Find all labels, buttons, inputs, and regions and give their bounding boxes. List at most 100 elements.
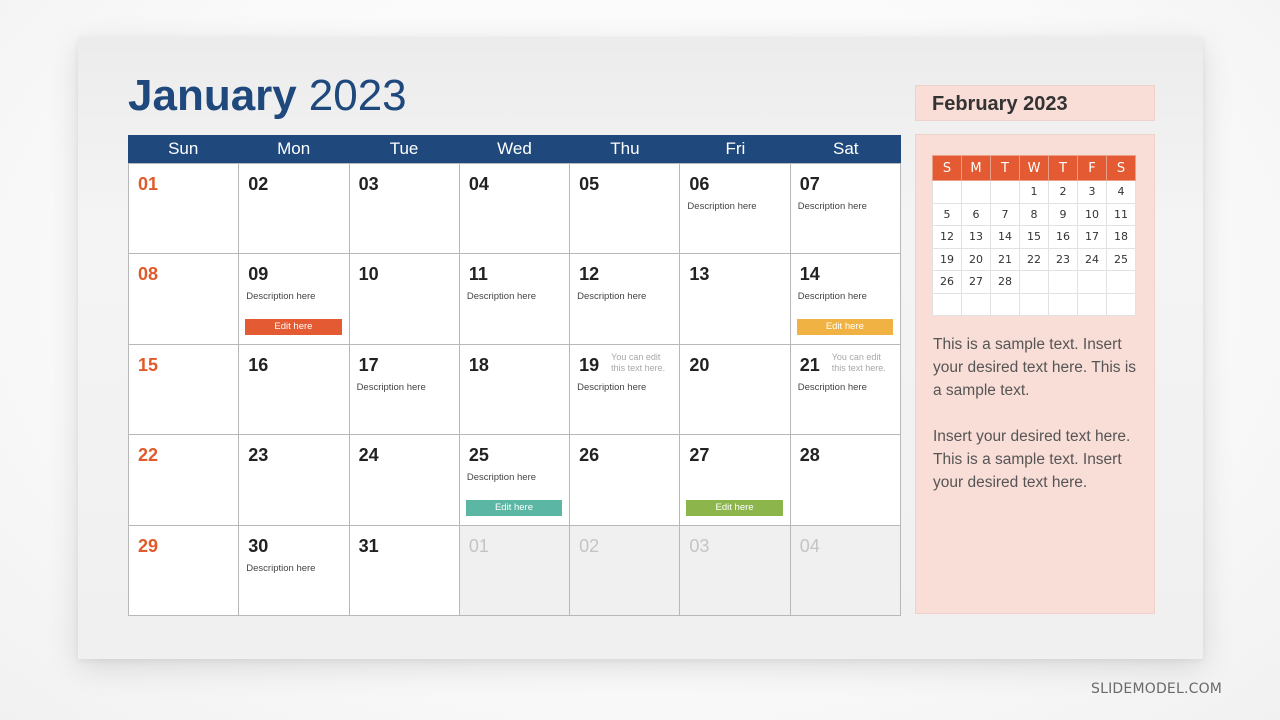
mini-weekday: M (961, 155, 991, 181)
day-cell[interactable]: 27 Edit here (680, 435, 791, 526)
day-cell[interactable]: 10 (349, 254, 460, 345)
weekday-header: Sun Mon Tue Wed Thu Fri Sat (128, 135, 901, 163)
day-cell-next-month[interactable]: 01 (459, 525, 571, 616)
february-mini-calendar: S M T W T F S 1 2 3 4 5 6 7 8 9 10 11 12 13 14 15 16 17 1… (932, 155, 1136, 316)
day-cell[interactable]: 20 (680, 344, 791, 436)
day-cell[interactable]: 15 (129, 344, 240, 436)
day-cell[interactable]: 16 (239, 344, 350, 436)
day-number: 03 (358, 174, 379, 194)
day-cell[interactable]: 07 Description here (790, 164, 901, 255)
sidebar-text[interactable]: This is a sample text. Insert your desir… (933, 333, 1143, 517)
mini-day-cell (990, 292, 1020, 316)
day-cell[interactable]: 04 (459, 164, 571, 255)
day-number: 07 (799, 174, 820, 194)
day-number: 25 (468, 445, 489, 466)
weekday-mon: Mon (277, 139, 311, 158)
mini-day-cell: 19 (932, 247, 962, 271)
day-number: 18 (468, 354, 489, 375)
day-description[interactable]: Description here (467, 291, 536, 302)
mini-weekday: W (1019, 155, 1049, 181)
watermark: SLIDEMODEL.COM (1091, 681, 1223, 697)
day-number: 11 (468, 264, 488, 285)
mini-day-cell: 15 (1019, 225, 1049, 249)
day-cell[interactable]: 26 (570, 435, 681, 526)
day-number: 17 (358, 354, 379, 375)
mini-day-cell (990, 180, 1020, 204)
day-cell[interactable]: 17 Description here (349, 344, 460, 436)
day-number: 20 (689, 354, 710, 375)
sidebar-paragraph-2[interactable]: Insert your desired text here. This is a… (933, 425, 1143, 494)
day-note[interactable]: You can edit this text here. (611, 352, 673, 374)
day-cell[interactable]: 06 Description here (680, 164, 791, 255)
january-calendar: Sun Mon Tue Wed Thu Fri Sat 01 02 03 04 05 06… (128, 135, 901, 616)
day-cell-next-month[interactable]: 02 (570, 525, 681, 616)
day-description[interactable]: Description here (577, 291, 646, 302)
day-cell[interactable]: 14 Description here Edit here (790, 254, 901, 345)
day-description[interactable]: Description here (798, 201, 867, 212)
edit-here-button[interactable]: Edit here (686, 500, 783, 517)
day-description[interactable]: Description here (687, 201, 756, 212)
day-cell[interactable]: 02 (239, 164, 350, 255)
day-cell[interactable]: 31 (349, 525, 460, 616)
day-description[interactable]: Description here (357, 382, 426, 393)
mini-day-cell: 7 (990, 202, 1020, 226)
day-number: 30 (248, 535, 269, 556)
day-description[interactable]: Description here (467, 472, 536, 483)
day-cell[interactable]: 21 You can edit this text here. Descriptio… (790, 344, 901, 436)
mini-day-cell: 5 (932, 202, 962, 226)
day-cell[interactable]: 11 Description here (459, 254, 571, 345)
mini-day-cell: 25 (1106, 247, 1136, 271)
day-number: 08 (138, 264, 159, 285)
day-cell[interactable]: 03 (349, 164, 460, 255)
day-cell[interactable]: 28 (790, 435, 901, 526)
day-cell[interactable]: 22 (129, 435, 240, 526)
day-description[interactable]: Description here (798, 291, 867, 302)
day-note[interactable]: You can edit this text here. (832, 352, 894, 374)
mini-weekday: T (990, 155, 1020, 181)
day-cell[interactable]: 09 Description here Edit here (239, 254, 350, 345)
edit-here-button[interactable]: Edit here (796, 319, 893, 336)
mini-day-cell: 16 (1048, 225, 1078, 249)
edit-here-button[interactable]: Edit here (465, 500, 563, 517)
edit-here-button[interactable]: Edit here (245, 319, 342, 336)
day-cell[interactable]: 30 Description here (239, 525, 350, 616)
mini-day-cell: 23 (1048, 247, 1078, 271)
mini-day-cell: 14 (990, 225, 1020, 249)
day-number: 04 (799, 535, 820, 556)
mini-day-cell: 1 (1019, 180, 1049, 204)
day-description[interactable]: Description here (577, 382, 646, 393)
day-cell-next-month[interactable]: 03 (680, 525, 791, 616)
day-cell[interactable]: 24 (349, 435, 460, 526)
mini-day-cell (1077, 292, 1107, 316)
day-cell[interactable]: 01 (129, 164, 240, 255)
day-cell-next-month[interactable]: 04 (790, 525, 901, 616)
mini-day-cell: 17 (1077, 225, 1107, 249)
day-cell[interactable]: 19 You can edit this text here. Descriptio… (570, 344, 681, 436)
day-number: 04 (468, 174, 489, 194)
day-number: 13 (689, 264, 710, 285)
mini-day-cell: 27 (961, 270, 991, 294)
day-cell[interactable]: 05 (570, 164, 681, 255)
day-cell[interactable]: 29 (129, 525, 240, 616)
day-cell[interactable]: 18 (459, 344, 571, 436)
day-cell[interactable]: 13 (680, 254, 791, 345)
sidebar-paragraph-1[interactable]: This is a sample text. Insert your desir… (933, 333, 1143, 402)
day-number: 16 (248, 354, 269, 375)
day-cell[interactable]: 08 (129, 254, 240, 345)
weekday-tue: Tue (389, 139, 419, 158)
page-title: January 2023 (128, 70, 407, 122)
day-description[interactable]: Description here (246, 291, 315, 302)
day-description[interactable]: Description here (246, 563, 315, 574)
mini-day-cell (932, 292, 962, 316)
day-cell[interactable]: 25 Description here Edit here (459, 435, 571, 526)
mini-day-cell (1077, 270, 1107, 294)
mini-day-cell: 11 (1106, 202, 1136, 226)
day-cell[interactable]: 23 (239, 435, 350, 526)
day-grid: 01 02 03 04 05 06 Description here 07 Descriptio… (128, 163, 901, 616)
day-number: 29 (138, 535, 159, 556)
mini-day-cell: 3 (1077, 180, 1107, 204)
day-number: 23 (248, 445, 269, 466)
mini-day-cell: 28 (990, 270, 1020, 294)
day-description[interactable]: Description here (798, 382, 867, 393)
day-cell[interactable]: 12 Description here (570, 254, 681, 345)
